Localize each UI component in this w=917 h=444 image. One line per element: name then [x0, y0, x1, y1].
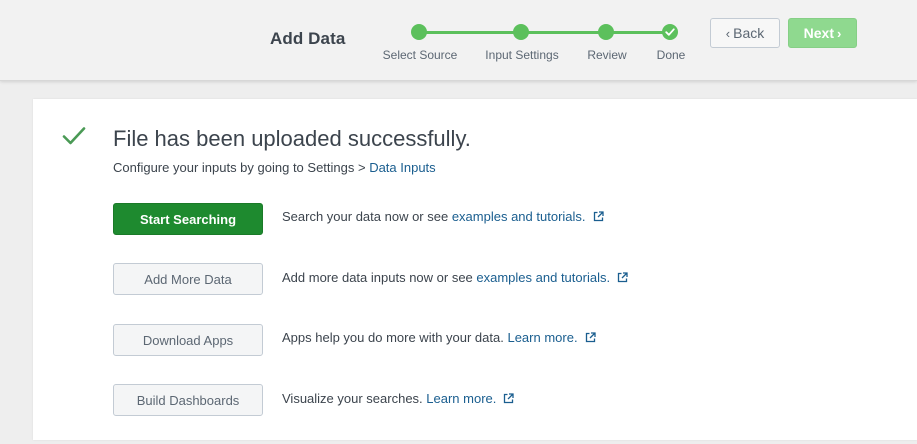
external-link-icon[interactable] [617, 272, 628, 283]
action-text: Visualize your searches. [282, 391, 427, 406]
step-connector [606, 31, 670, 34]
step-dot-input-settings [513, 24, 529, 40]
download-apps-description: Apps help you do more with your data. Le… [282, 330, 596, 345]
step-connector [419, 31, 521, 34]
external-link-icon[interactable] [585, 332, 596, 343]
step-label-input-settings: Input Settings [485, 48, 559, 62]
header-bar: Add Data Select Source Input Settings Re… [0, 0, 917, 81]
step-connector [521, 31, 606, 34]
external-link-icon[interactable] [503, 393, 515, 404]
action-text: Apps help you do more with your data. [282, 330, 508, 345]
back-button[interactable]: ‹ Back [710, 18, 780, 48]
step-dot-done [662, 24, 678, 40]
step-label-review: Review [587, 48, 627, 62]
step-label-done: Done [656, 48, 686, 62]
examples-tutorials-link[interactable]: examples and tutorials. [476, 270, 610, 285]
next-button[interactable]: Next › [788, 18, 857, 48]
add-more-data-description: Add more data inputs now or see examples… [282, 270, 628, 285]
next-button-label: Next [803, 25, 834, 41]
back-button-label: Back [733, 25, 765, 41]
success-check-icon [62, 127, 86, 145]
success-heading: File has been uploaded successfully. [113, 126, 471, 151]
start-searching-description: Search your data now or see examples and… [282, 209, 604, 224]
step-label-select-source: Select Source [382, 48, 458, 62]
add-more-data-button[interactable]: Add More Data [113, 263, 263, 295]
data-inputs-link[interactable]: Data Inputs [369, 160, 436, 175]
build-dashboards-description: Visualize your searches. Learn more. [282, 391, 515, 406]
examples-tutorials-link[interactable]: examples and tutorials. [452, 209, 586, 224]
start-searching-button[interactable]: Start Searching [113, 203, 263, 235]
download-apps-button[interactable]: Download Apps [113, 324, 263, 356]
action-text: Search your data now or see [282, 209, 452, 224]
chevron-left-icon: ‹ [725, 25, 731, 41]
chevron-right-icon: › [837, 25, 842, 41]
learn-more-link[interactable]: Learn more. [507, 330, 577, 345]
subtitle-text: Configure your inputs by going to Settin… [113, 160, 370, 175]
build-dashboards-button[interactable]: Build Dashboards [113, 384, 263, 416]
step-dot-review [598, 24, 614, 40]
success-subtitle: Configure your inputs by going to Settin… [113, 160, 436, 175]
checkmark-icon [665, 28, 675, 36]
step-dot-select-source [411, 24, 427, 40]
learn-more-link[interactable]: Learn more. [426, 391, 496, 406]
action-text: Add more data inputs now or see [282, 270, 477, 285]
external-link-icon[interactable] [593, 211, 604, 222]
